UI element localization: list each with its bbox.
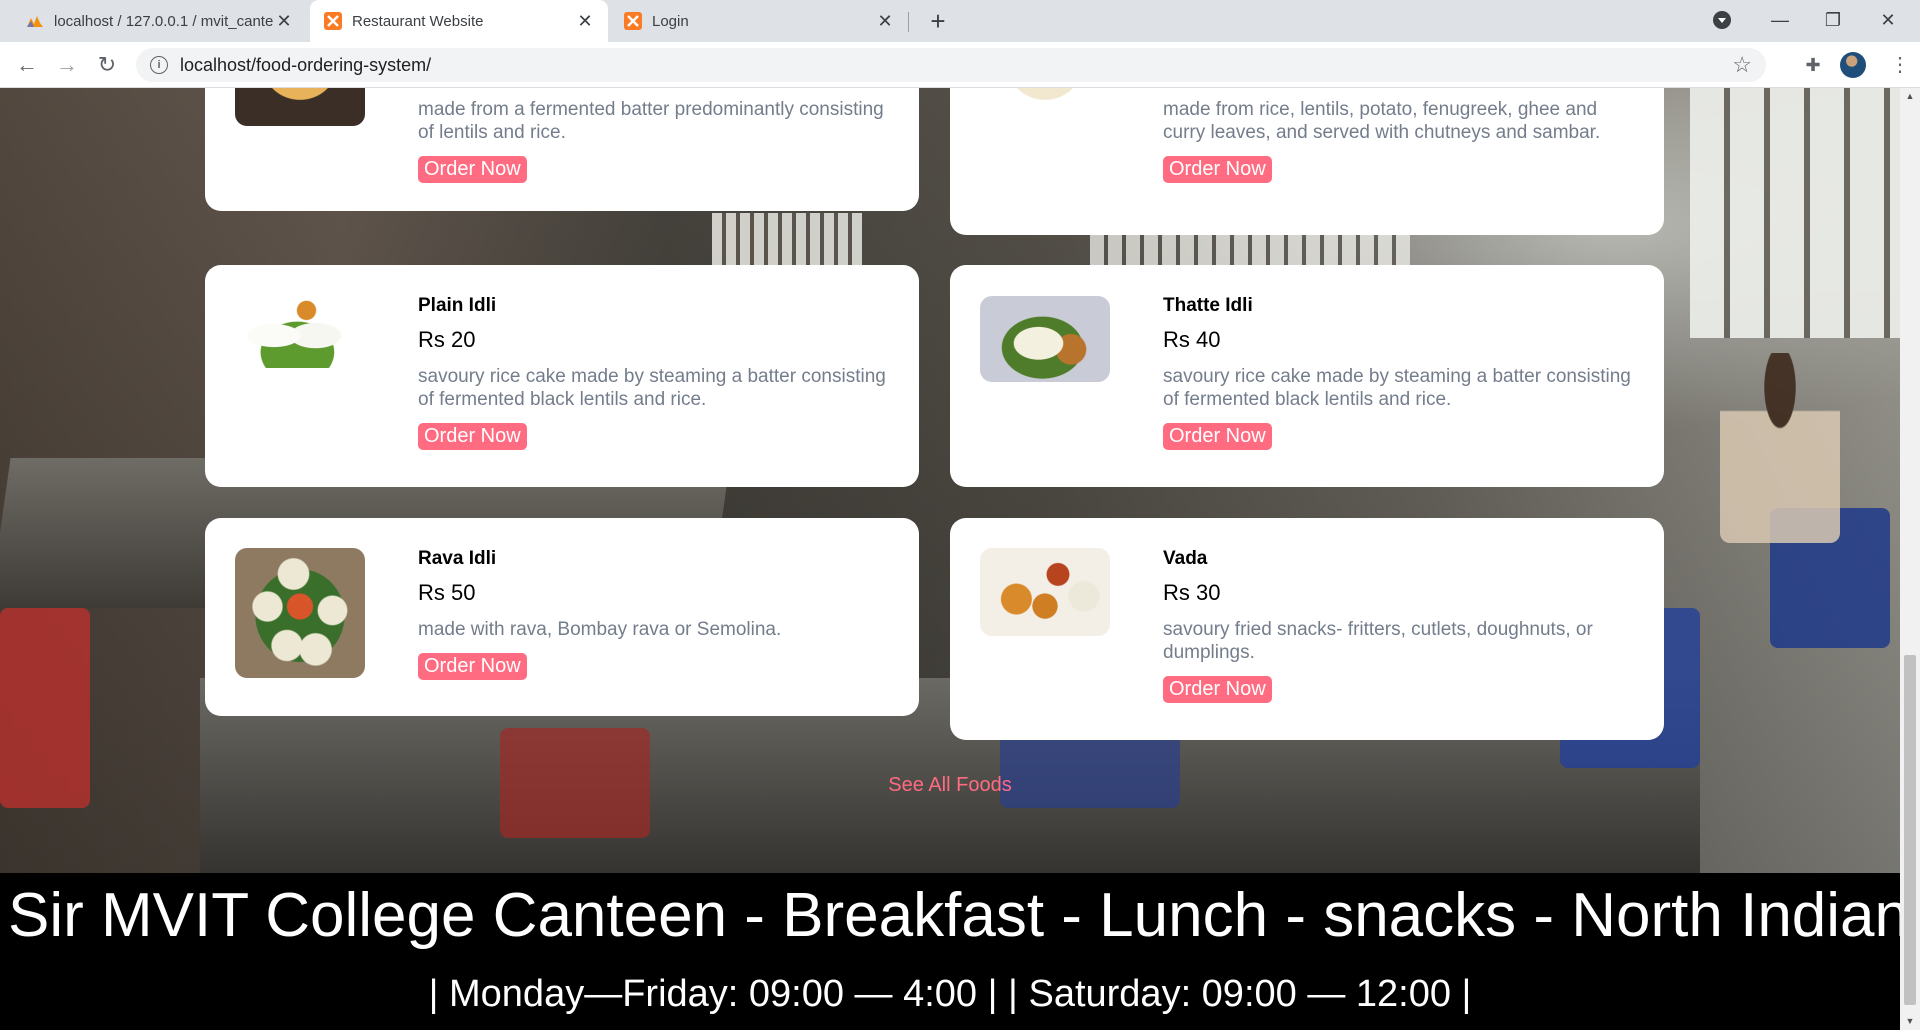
phpmyadmin-icon [27,16,43,27]
canteen-marquee: Sir MVIT College Canteen - Breakfast - L… [8,881,1900,950]
tab-restaurant-website[interactable]: Restaurant Website ✕ [310,0,608,42]
food-description: made from rice, lentils, potato, fenugre… [1163,99,1601,143]
food-image [235,296,365,368]
food-name: Rava Idli [418,548,497,569]
browser-tab-bar: localhost / 127.0.0.1 / mvit_cante ✕ Res… [0,0,1920,42]
scroll-down-arrow[interactable]: ▼ [1900,1013,1920,1030]
footer-banner: Sir MVIT College Canteen - Breakfast - L… [0,873,1900,1030]
new-tab-button[interactable]: + [923,6,953,36]
food-card: Thatte Idli Rs 40 savoury rice cake made… [950,265,1664,487]
food-price: Rs 40 [1163,327,1221,352]
minimize-button[interactable]: — [1760,4,1800,36]
address-bar[interactable]: i localhost/food-ordering-system/ ☆ [136,48,1766,82]
food-image [980,296,1110,382]
maximize-button[interactable]: ❐ [1813,4,1853,36]
xampp-icon [624,12,642,30]
tab-title: Login [652,12,689,30]
tab-title: localhost / 127.0.0.1 / mvit_cante [54,12,274,30]
order-now-button[interactable]: Order Now [418,653,527,680]
food-price: Rs 30 [1163,580,1221,605]
browser-toolbar: ← → ↻ i localhost/food-ordering-system/ … [0,42,1920,88]
order-now-button[interactable]: Order Now [1163,156,1272,183]
food-description: savoury rice cake made by steaming a bat… [1163,366,1631,410]
food-name: Vada [1163,548,1208,569]
page-viewport: made from a fermented batter predominant… [0,88,1900,1030]
scroll-up-arrow[interactable]: ▲ [1900,88,1920,105]
food-description: made with rava, Bombay rava or Semolina. [418,619,782,640]
see-all-foods-link[interactable]: See All Foods [0,774,1900,797]
close-tab-icon[interactable]: ✕ [876,11,894,32]
back-button[interactable]: ← [12,50,42,80]
extensions-puzzle-icon[interactable]: ✚ [1800,52,1826,78]
food-card: made from rice, lentils, potato, fenugre… [950,88,1664,235]
order-now-button[interactable]: Order Now [1163,676,1272,703]
food-card: Vada Rs 30 savoury fried snacks- fritter… [950,518,1664,740]
order-now-button[interactable]: Order Now [1163,423,1272,450]
food-description: savoury rice cake made by steaming a bat… [418,366,886,410]
url-text: localhost/food-ordering-system/ [180,54,432,75]
forward-button[interactable]: → [52,50,82,80]
food-image [235,88,365,126]
reload-button[interactable]: ↻ [92,50,122,80]
xampp-icon [324,12,342,30]
food-name: Plain Idli [418,295,497,316]
close-tab-icon[interactable]: ✕ [576,11,594,32]
background-window [1690,88,1900,338]
page-scrollbar[interactable]: ▲ ▼ [1900,88,1920,1030]
site-info-icon[interactable]: i [150,56,168,74]
tab-search-icon[interactable] [1702,4,1742,36]
food-description: savoury fried snacks- fritters, cutlets,… [1163,619,1593,663]
scrollbar-thumb[interactable] [1904,655,1916,1005]
bookmark-star-icon[interactable]: ☆ [1732,52,1752,78]
food-card: Rava Idli Rs 50 made with rava, Bombay r… [205,518,919,716]
food-card: made from a fermented batter predominant… [205,88,919,211]
tab-login[interactable]: Login ✕ [610,0,908,42]
food-name: Thatte Idli [1163,295,1253,316]
tab-phpmyadmin[interactable]: localhost / 127.0.0.1 / mvit_cante ✕ [12,0,307,42]
close-tab-icon[interactable]: ✕ [275,11,293,32]
food-image [235,548,365,678]
opening-hours: | Monday—Friday: 09:00 — 4:00 | | Saturd… [428,973,1472,1015]
tab-title: Restaurant Website [352,12,484,30]
food-image [980,88,1110,126]
browser-menu-icon[interactable]: ⋮ [1890,52,1910,78]
tab-divider [908,12,909,32]
close-window-button[interactable]: ✕ [1868,4,1908,36]
food-description: made from a fermented batter predominant… [418,99,884,143]
background-person [1720,353,1840,543]
food-price: Rs 20 [418,327,476,352]
food-price: Rs 50 [418,580,476,605]
order-now-button[interactable]: Order Now [418,423,527,450]
profile-avatar[interactable] [1840,52,1866,78]
order-now-button[interactable]: Order Now [418,156,527,183]
food-image [980,548,1110,636]
food-card: Plain Idli Rs 20 savoury rice cake made … [205,265,919,487]
